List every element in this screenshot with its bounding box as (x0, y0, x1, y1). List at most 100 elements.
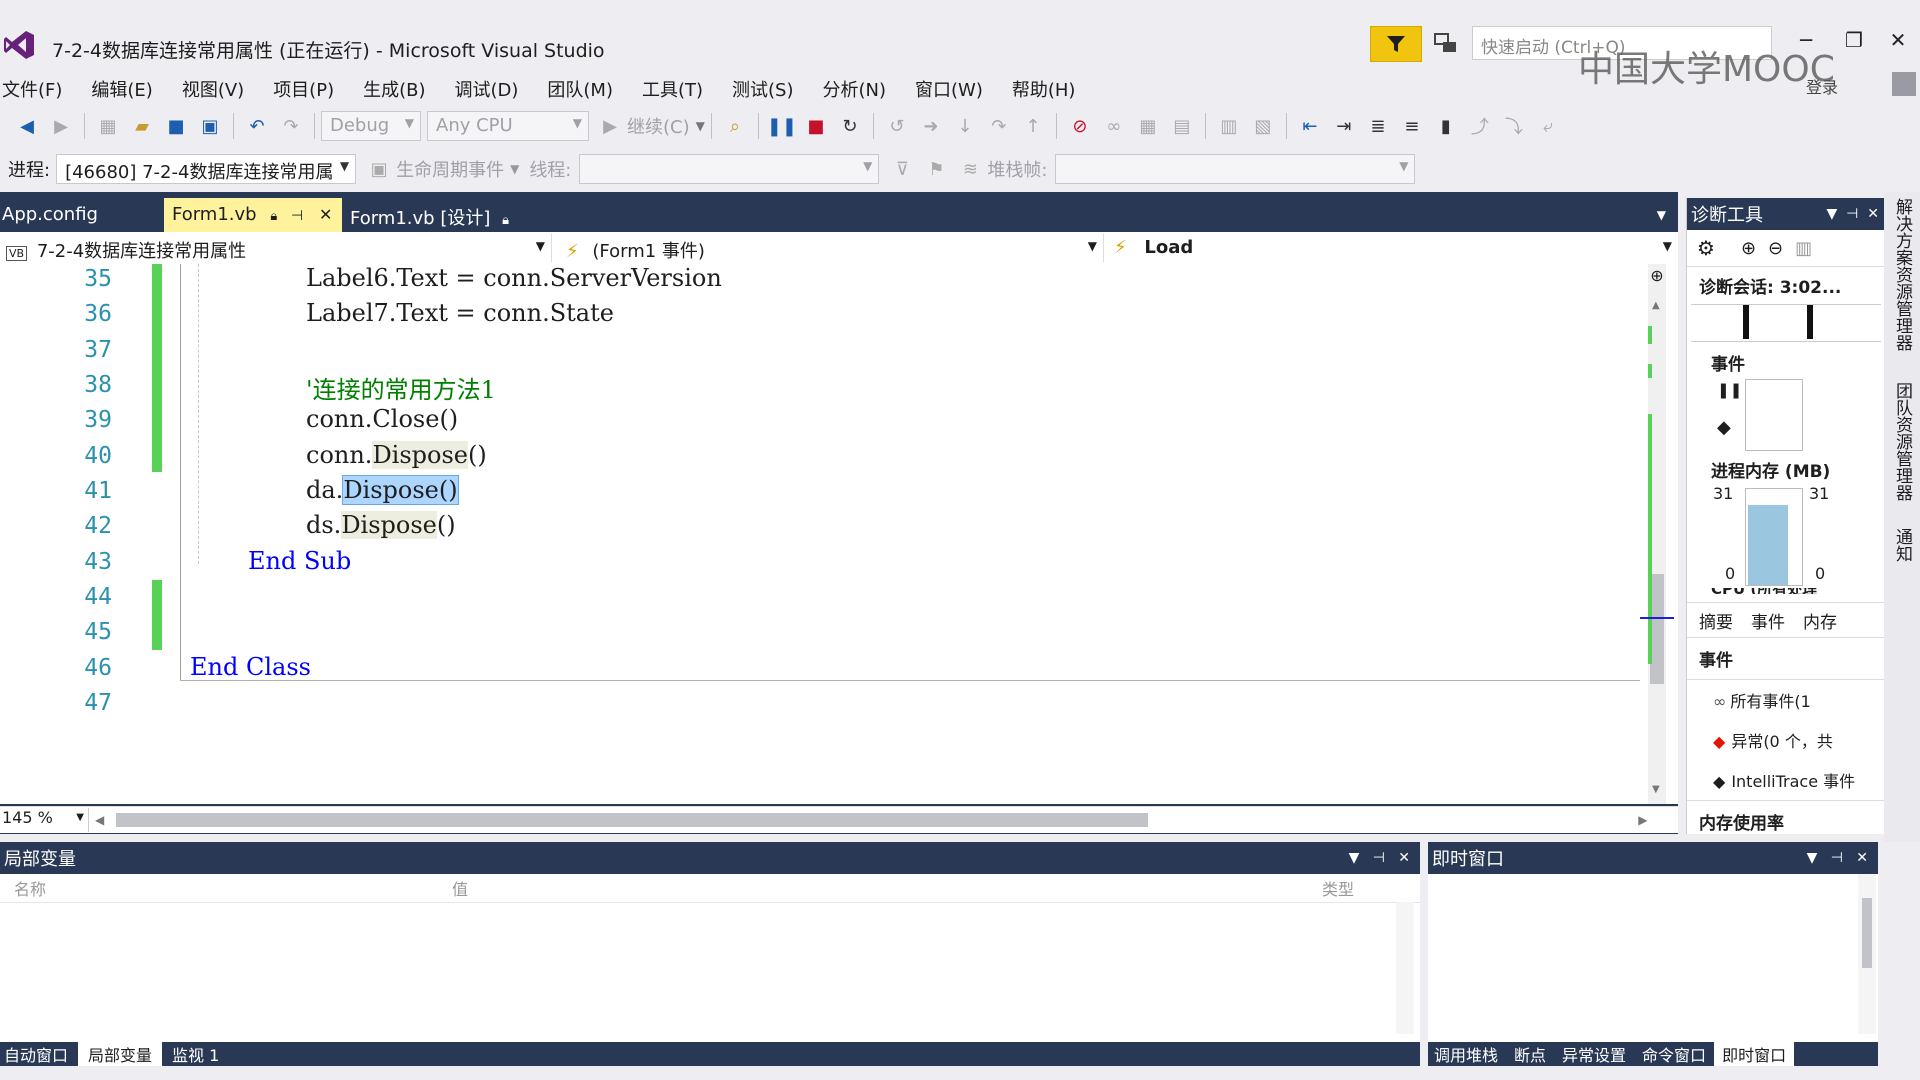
menu-view[interactable]: 视图(V) (182, 76, 244, 102)
pause-icon[interactable]: ❚❚ (767, 115, 797, 137)
step-out-icon[interactable]: ↑ (1022, 115, 1044, 137)
undo-icon[interactable]: ↶ (246, 115, 268, 137)
play-icon[interactable]: ▶ (599, 115, 621, 137)
find-icon[interactable]: ⌕ (724, 115, 746, 137)
tab-breakpoints[interactable]: 断点 (1506, 1042, 1554, 1066)
menu-help[interactable]: 帮助(H) (1012, 76, 1076, 102)
tab-form1-designer[interactable]: Form1.vb [设计] 🔒︎ (342, 198, 512, 232)
tab-app-config[interactable]: App.config (0, 198, 164, 232)
panel-controls[interactable]: ▼ ⊣ ✕ (1807, 850, 1868, 866)
chevron-down-icon[interactable]: ▼ (510, 162, 519, 176)
pin-icon[interactable]: ⊣ (291, 208, 303, 224)
chart-icon[interactable]: ▥ (1795, 238, 1812, 259)
stop-icon[interactable]: ■ (805, 115, 827, 137)
menu-test[interactable]: 测试(S) (732, 76, 793, 102)
scroll-up-icon[interactable]: ▲ (1652, 300, 1660, 311)
layout-icon[interactable]: ▧ (1252, 115, 1274, 137)
scroll-down-icon[interactable]: ▼ (1652, 784, 1660, 795)
feedback-icon[interactable] (1432, 30, 1460, 58)
panel-controls[interactable]: ▼ ⊣ ✕ (1827, 206, 1880, 222)
save-icon[interactable]: ■ (165, 115, 187, 137)
close-window-button[interactable]: ✕ (1878, 28, 1918, 58)
scroll-thumb[interactable] (116, 813, 1149, 827)
platform-select[interactable]: Any CPU ▼ (427, 111, 589, 141)
member-select[interactable]: ⚡ Load ▼ (1104, 234, 1678, 262)
scroll-thumb[interactable] (1650, 574, 1664, 684)
tab-immediate[interactable]: 即时窗口 (1714, 1042, 1795, 1066)
clear-bookmark-icon[interactable]: ⤶ (1537, 115, 1559, 137)
col-value[interactable]: 值 (452, 876, 468, 900)
tab-exception-settings[interactable]: 异常设置 (1554, 1042, 1634, 1066)
menu-team[interactable]: 团队(M) (547, 76, 613, 102)
next-bookmark-icon[interactable]: ⤵ (1503, 115, 1525, 138)
indent-icon[interactable]: ⇤ (1299, 115, 1321, 137)
comment-icon[interactable]: ≣ (1367, 115, 1389, 137)
tab-summary[interactable]: 摘要 (1699, 608, 1733, 633)
menu-edit[interactable]: 编辑(E) (91, 76, 152, 102)
editor-horizontal-scrollbar[interactable] (110, 813, 1632, 827)
exception-icon[interactable]: ⊘ (1069, 115, 1091, 137)
link-icon[interactable]: ∞ (1103, 115, 1125, 137)
stackframe-select[interactable]: ▼ (1055, 154, 1416, 184)
tab-call-stack[interactable]: 调用堆栈 (1428, 1042, 1506, 1066)
tab-overflow-icon[interactable]: ▼ (1657, 208, 1666, 222)
timeline-ruler[interactable] (1691, 304, 1881, 342)
editor-vertical-scrollbar[interactable]: ⊕ ▲ ▼ (1640, 264, 1674, 804)
tab-form1-vb[interactable]: Form1.vb 🔒︎ ⊣ ✕ (164, 198, 342, 232)
menu-debug[interactable]: 调试(D) (455, 76, 519, 102)
locals-scrollbar[interactable] (1396, 902, 1414, 1034)
filter-threads-icon[interactable]: ⊽ (891, 158, 913, 180)
step-into-icon[interactable]: ↓ (954, 115, 976, 137)
menu-file[interactable]: 文件(F) (2, 76, 62, 102)
back-icon[interactable]: ◀ (16, 115, 38, 137)
step-over-icon[interactable]: ↷ (988, 115, 1010, 137)
tab-memory[interactable]: 内存 (1803, 608, 1837, 633)
close-tab-icon[interactable]: ✕ (319, 205, 332, 224)
tab-locals[interactable]: 局部变量 (78, 1042, 163, 1066)
immediate-scrollbar[interactable] (1858, 874, 1876, 1034)
code-editor[interactable]: 35 36 37 38 39 40 41 42 43 44 45 46 47 L… (0, 264, 1678, 804)
redo-icon[interactable]: ↷ (280, 115, 302, 137)
continue-button[interactable]: 继续(C) (627, 113, 690, 139)
hot-reload-icon[interactable]: ↺ (886, 115, 908, 137)
process-select[interactable]: [46680] 7-2-4数据库连接常用属 ▼ (56, 154, 357, 184)
layout-icon[interactable]: ▥ (1218, 115, 1240, 137)
feedback-filter-button[interactable] (1370, 26, 1422, 62)
open-file-icon[interactable]: ▰ (131, 115, 153, 137)
menu-analyze[interactable]: 分析(N) (823, 76, 887, 102)
selected-text[interactable]: Dispose() (342, 475, 459, 505)
menu-window[interactable]: 窗口(W) (915, 76, 983, 102)
restore-button[interactable]: ❐ (1834, 28, 1874, 58)
split-icon[interactable]: ⊕ (1648, 266, 1666, 285)
thread-select[interactable]: ▼ (579, 154, 880, 184)
panel-icon[interactable]: ▤ (1171, 115, 1193, 137)
col-name[interactable]: 名称 (14, 876, 46, 900)
grid-icon[interactable]: ▦ (1137, 115, 1159, 137)
new-project-icon[interactable]: ▦ (97, 115, 119, 137)
chevron-down-icon[interactable]: ▼ (696, 119, 705, 133)
save-all-icon[interactable]: ▣ (199, 115, 221, 137)
scroll-right-icon[interactable]: ▶ (1638, 813, 1647, 827)
intellitrace-link[interactable]: ◆ IntelliTrace 事件 (1687, 760, 1885, 800)
scroll-thumb[interactable] (1862, 898, 1872, 968)
zoom-select[interactable]: 145 % ▼ (0, 808, 89, 832)
zoom-out-icon[interactable]: ⊖ (1768, 238, 1783, 259)
immediate-window[interactable]: 即时窗口 ▼ ⊣ ✕ (1428, 842, 1878, 1042)
solution-explorer-tab[interactable]: 解决方案资源管理器 (1890, 198, 1915, 351)
uncomment-icon[interactable]: ≡ (1401, 115, 1423, 137)
tab-autos[interactable]: 自动窗口 (0, 1042, 78, 1066)
panel-controls[interactable]: ▼ ⊣ ✕ (1349, 850, 1410, 866)
stack-icon[interactable]: ≋ (959, 158, 981, 180)
notifications-tab[interactable]: 通知 (1890, 528, 1915, 562)
menu-build[interactable]: 生成(B) (363, 76, 425, 102)
forward-icon[interactable]: ▶ (50, 115, 72, 137)
tab-events[interactable]: 事件 (1751, 608, 1785, 633)
configuration-select[interactable]: Debug ▼ (321, 111, 421, 141)
menu-tools[interactable]: 工具(T) (642, 76, 703, 102)
object-select[interactable]: ⚡ (Form1 事件) ▼ (552, 234, 1104, 262)
lifecycle-events-button[interactable]: 生命周期事件 (396, 156, 504, 182)
flag-icon[interactable]: ⚑ (925, 158, 947, 180)
timeline-handle[interactable] (1743, 305, 1749, 339)
exceptions-link[interactable]: ◆ 异常(0 个，共 (1687, 720, 1885, 760)
project-select[interactable]: VB 7-2-4数据库连接常用属性 ▼ (0, 234, 552, 262)
